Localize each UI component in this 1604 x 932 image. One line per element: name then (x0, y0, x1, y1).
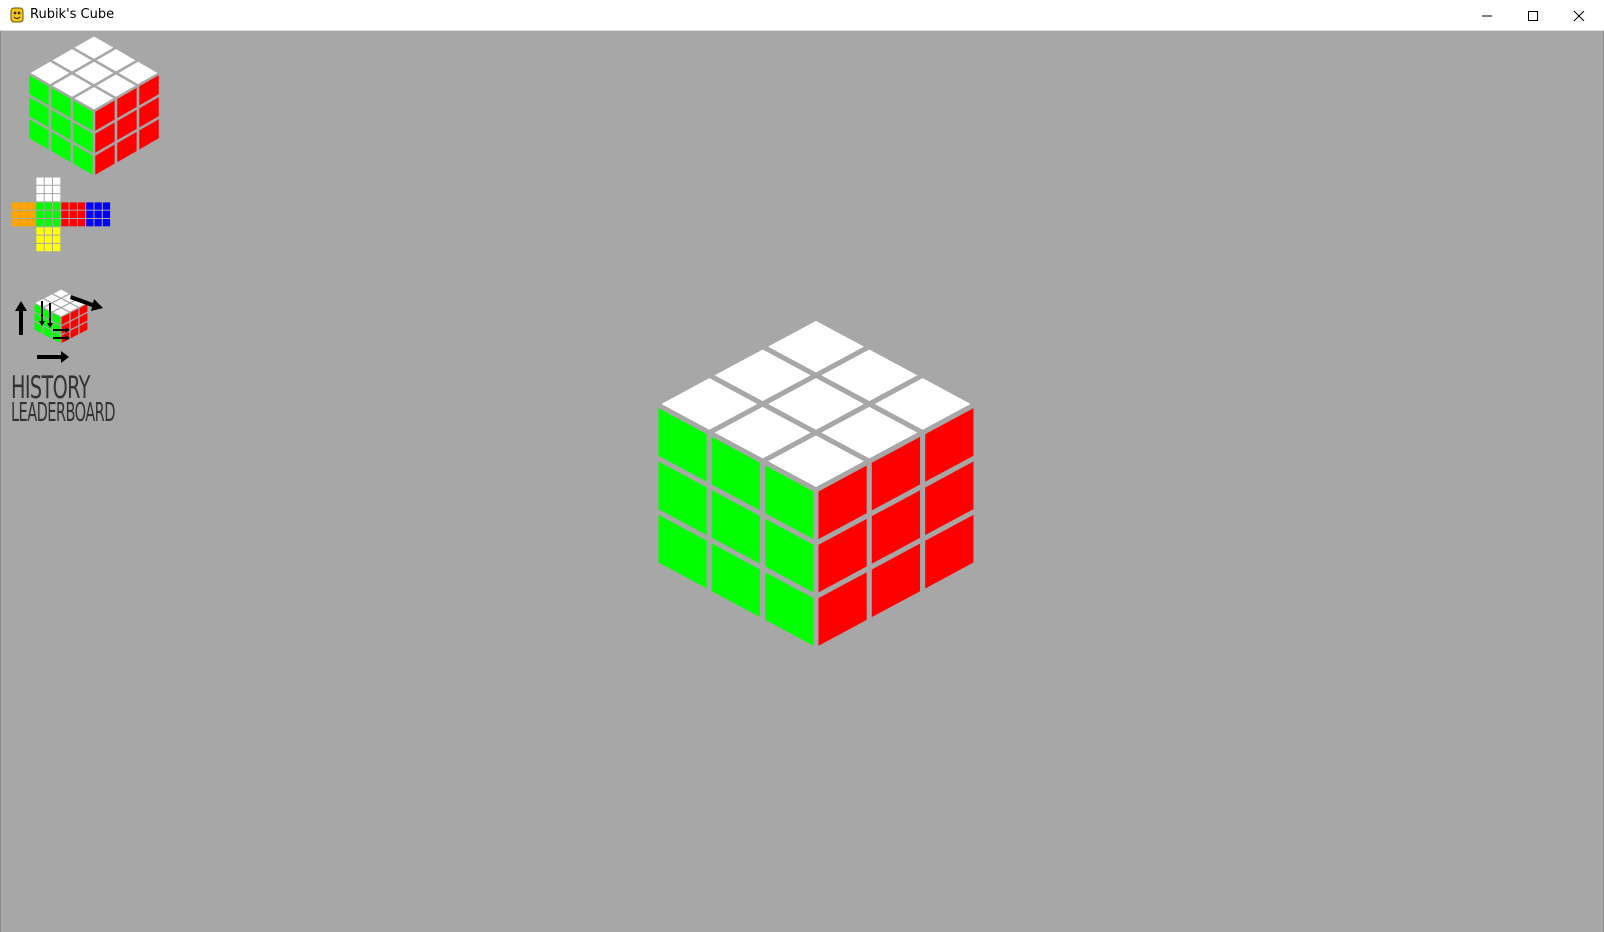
net-up-sticker (53, 177, 61, 185)
net-front-sticker (44, 219, 52, 227)
net-left-sticker (11, 210, 19, 218)
net-down-sticker (44, 235, 52, 243)
net-back-sticker (94, 210, 102, 218)
net-up-sticker (36, 177, 44, 185)
net-back-sticker (102, 202, 111, 210)
net-right-sticker (69, 219, 77, 227)
net-left-sticker (28, 202, 36, 210)
net-right-sticker (69, 210, 77, 218)
net-back-sticker (94, 219, 102, 227)
rubiks-cube[interactable] (651, 306, 981, 646)
net-down-sticker (36, 235, 44, 243)
net-front-sticker (53, 210, 61, 218)
leaderboard-button[interactable]: LEADERBOARD (11, 399, 115, 427)
net-down-sticker (53, 235, 61, 243)
net-up-sticker (53, 185, 61, 194)
net-front-sticker (53, 202, 61, 210)
cube-preview-image (26, 33, 162, 179)
net-right-sticker (61, 219, 69, 227)
net-left-sticker (19, 210, 28, 218)
net-front-sticker (36, 202, 44, 210)
rubiks-cube-image (653, 315, 979, 646)
net-back-sticker (102, 219, 111, 227)
cube-net[interactable] (9, 176, 113, 276)
game-canvas[interactable]: HISTORY LEADERBOARD (0, 31, 1604, 932)
net-down-sticker (53, 227, 61, 235)
cube-preview[interactable] (21, 31, 171, 181)
net-down-sticker (36, 227, 44, 235)
net-down-sticker (36, 243, 44, 252)
net-right-sticker (61, 210, 69, 218)
net-back-sticker (86, 210, 94, 218)
rotate-controls[interactable] (9, 281, 109, 371)
net-back-sticker (86, 219, 94, 227)
cube-net-image (11, 177, 111, 252)
net-down-sticker (53, 243, 61, 252)
net-front-sticker (44, 202, 52, 210)
net-right-sticker (77, 210, 86, 218)
close-button[interactable] (1556, 0, 1602, 31)
close-icon (1573, 10, 1585, 21)
net-left-sticker (28, 210, 36, 218)
minimize-icon (1482, 15, 1492, 16)
net-up-sticker (36, 185, 44, 194)
minimize-button[interactable] (1464, 0, 1510, 31)
net-up-sticker (53, 194, 61, 202)
net-right-sticker (61, 202, 69, 210)
python-icon (9, 7, 25, 23)
net-front-sticker (36, 219, 44, 227)
net-down-sticker (44, 243, 52, 252)
rotate-arrows-icon (15, 288, 103, 363)
window-titlebar[interactable]: Rubik's Cube (0, 0, 1604, 31)
window-title: Rubik's Cube (30, 7, 115, 22)
net-front-sticker (36, 210, 44, 218)
rotate-arrow-icon (37, 351, 69, 363)
net-left-sticker (19, 202, 28, 210)
maximize-button[interactable] (1510, 0, 1556, 31)
net-back-sticker (86, 202, 94, 210)
net-left-sticker (28, 219, 36, 227)
maximize-icon (1528, 10, 1538, 21)
net-down-sticker (44, 227, 52, 235)
net-right-sticker (77, 202, 86, 210)
net-left-sticker (11, 202, 19, 210)
net-front-sticker (44, 210, 52, 218)
net-up-sticker (44, 194, 52, 202)
rotate-arrow-icon (15, 301, 27, 335)
net-left-sticker (11, 219, 19, 227)
net-right-sticker (77, 219, 86, 227)
net-back-sticker (102, 210, 111, 218)
net-right-sticker (69, 202, 77, 210)
net-up-sticker (44, 185, 52, 194)
net-front-sticker (53, 219, 61, 227)
net-up-sticker (36, 194, 44, 202)
net-back-sticker (94, 202, 102, 210)
net-up-sticker (44, 177, 52, 185)
net-left-sticker (19, 219, 28, 227)
